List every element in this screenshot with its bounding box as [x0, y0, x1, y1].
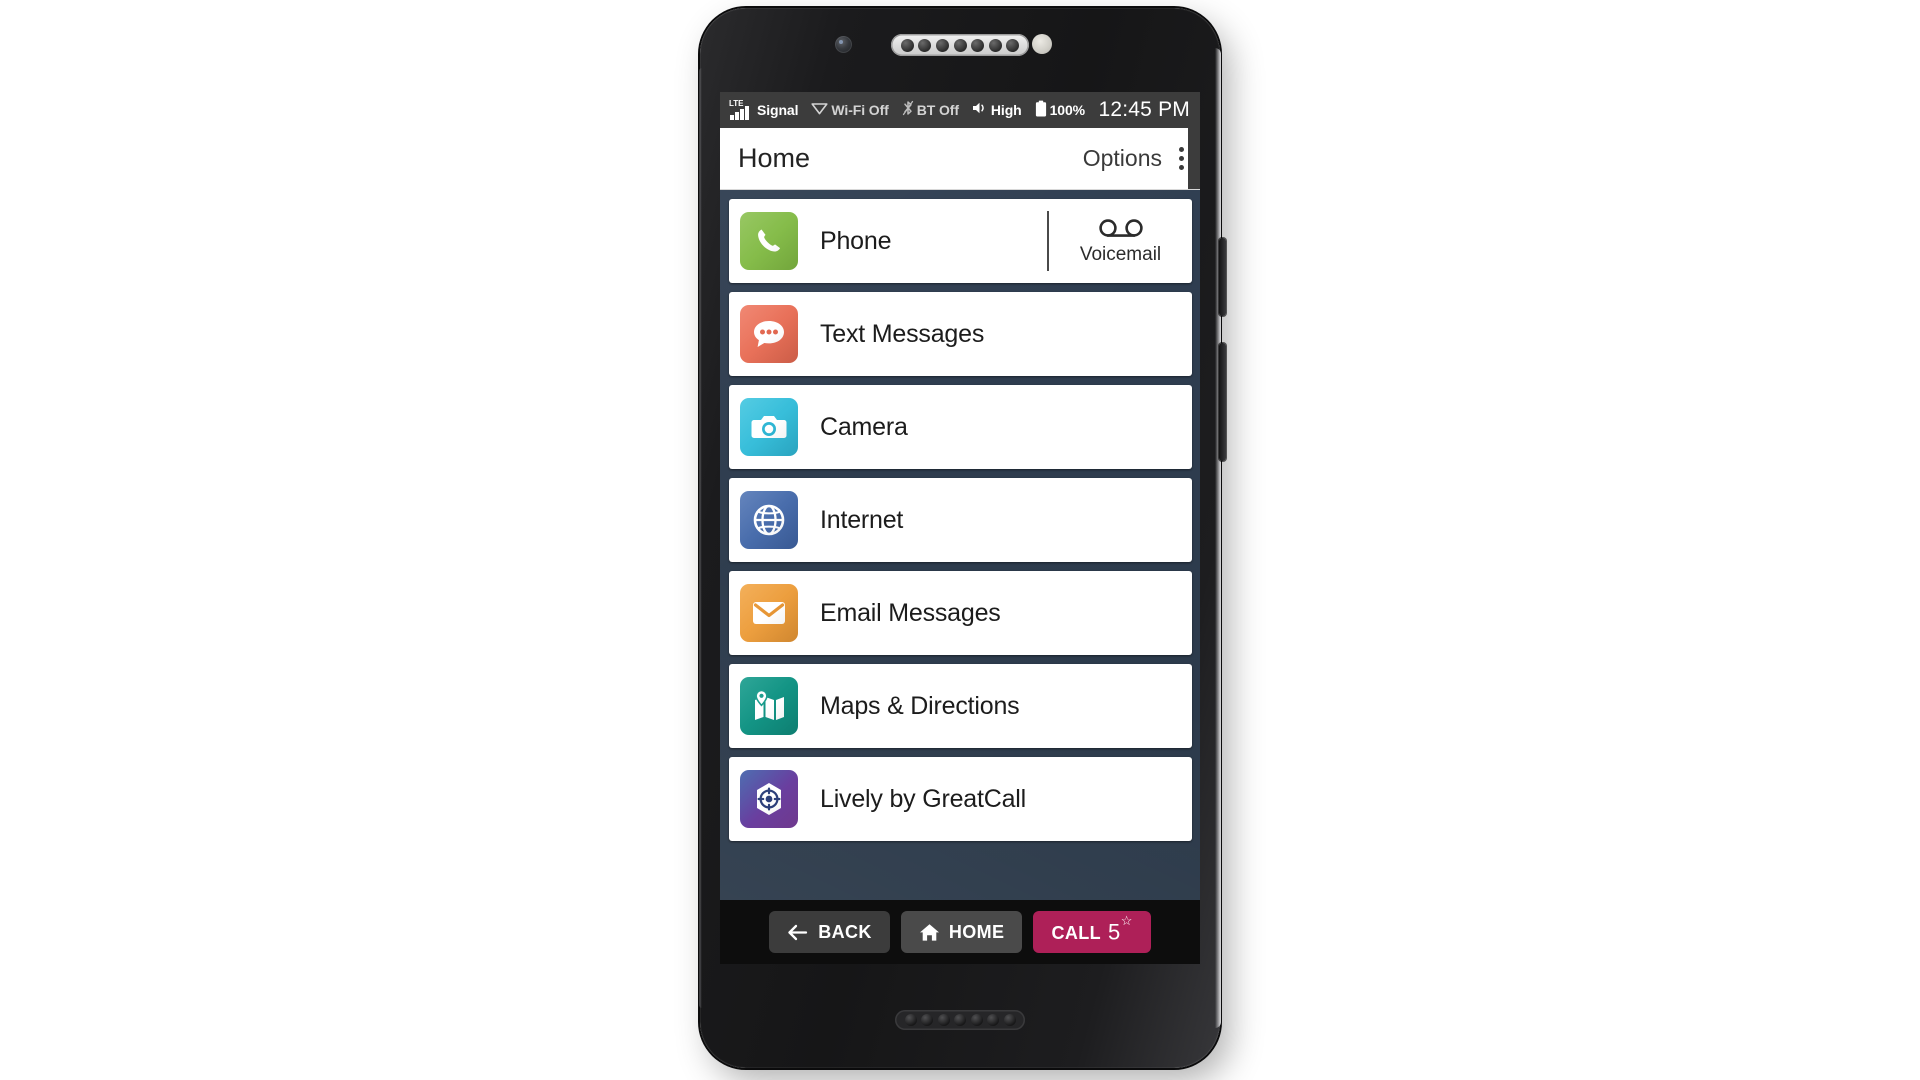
screenshot-canvas: LTE Signal Wi-Fi Off BT Off High 100% 12…: [0, 0, 1920, 1080]
app-row-lively[interactable]: Lively by GreatCall: [729, 757, 1192, 841]
wifi-off-icon: [811, 101, 829, 119]
phone-right-edge-highlight: [1215, 48, 1221, 1028]
lively-target-icon: [740, 770, 798, 828]
app-label-text-messages: Text Messages: [820, 319, 985, 348]
status-bar: LTE Signal Wi-Fi Off BT Off High 100% 12…: [720, 92, 1200, 128]
call-label: CALL: [1051, 923, 1102, 944]
app-title-bar: Home Options: [720, 128, 1200, 190]
speech-bubble-icon: [740, 305, 798, 363]
phone-top-hardware: [700, 8, 1220, 92]
back-label: BACK: [818, 921, 872, 942]
proximity-sensor: [1032, 34, 1052, 54]
app-row-phone[interactable]: Phone Voicemail: [729, 199, 1192, 283]
app-row-camera[interactable]: Camera: [729, 385, 1192, 469]
bottom-speaker-grille: [895, 1010, 1025, 1030]
volume-status: High: [972, 101, 1022, 119]
options-button[interactable]: Options: [1083, 143, 1200, 174]
voicemail-button[interactable]: Voicemail: [1047, 211, 1192, 271]
phone-device-body: LTE Signal Wi-Fi Off BT Off High 100% 12…: [699, 8, 1226, 1068]
voicemail-label: Voicemail: [1079, 243, 1162, 265]
camera-icon: [740, 398, 798, 456]
voicemail-icon: [1097, 218, 1145, 244]
star-icon: ☆: [1120, 912, 1133, 928]
phone-handset-icon: [740, 212, 798, 270]
arrow-left-icon: [787, 924, 809, 941]
bluetooth-label: BT Off: [916, 102, 959, 118]
app-label-email-messages: Email Messages: [820, 598, 1001, 627]
app-row-maps-directions[interactable]: Maps & Directions: [729, 664, 1192, 748]
titlebar-right-edge: [1188, 128, 1200, 189]
bottom-nav-bar: BACK HOME CALL 5☆: [720, 900, 1200, 964]
phone-left-edge-highlight: [699, 68, 702, 1008]
home-button[interactable]: HOME: [900, 911, 1023, 953]
call-5star-button[interactable]: CALL 5☆: [1033, 911, 1151, 953]
volume-label: High: [990, 102, 1022, 118]
globe-icon: [740, 491, 798, 549]
bluetooth-status: BT Off: [902, 100, 959, 120]
app-row-text-messages[interactable]: Text Messages: [729, 292, 1192, 376]
power-button[interactable]: [1219, 238, 1226, 316]
app-row-email-messages[interactable]: Email Messages: [729, 571, 1192, 655]
front-camera-lens: [835, 36, 852, 53]
app-list[interactable]: Phone Voicemail Text Messages Camera Int…: [720, 190, 1200, 900]
speaker-volume-icon: [972, 101, 988, 119]
wifi-status: Wi-Fi Off: [811, 101, 889, 119]
signal-status: LTE Signal: [729, 99, 799, 120]
app-label-internet: Internet: [820, 505, 904, 534]
signal-label: Signal: [757, 102, 799, 118]
battery-label: 100%: [1049, 102, 1086, 118]
volume-button[interactable]: [1219, 343, 1226, 461]
app-label-camera: Camera: [820, 412, 908, 441]
lte-signal-icon: LTE: [729, 99, 754, 120]
clock: 12:45 PM: [1098, 98, 1190, 121]
app-label-maps-directions: Maps & Directions: [820, 691, 1020, 720]
options-label: Options: [1082, 145, 1162, 171]
envelope-icon: [740, 584, 798, 642]
app-row-internet[interactable]: Internet: [729, 478, 1192, 562]
bluetooth-off-icon: [902, 100, 914, 120]
wifi-label: Wi-Fi Off: [831, 102, 889, 118]
phone-screen: LTE Signal Wi-Fi Off BT Off High 100% 12…: [720, 92, 1200, 964]
battery-icon: [1035, 100, 1047, 121]
app-label-lively: Lively by GreatCall: [820, 784, 1027, 813]
app-label-phone: Phone: [820, 226, 892, 255]
house-icon: [919, 923, 940, 942]
folded-map-pin-icon: [740, 677, 798, 735]
call-number: 5☆: [1108, 912, 1133, 945]
home-label: HOME: [948, 921, 1005, 942]
page-title: Home: [738, 143, 811, 173]
back-button[interactable]: BACK: [769, 911, 890, 953]
battery-status: 100%: [1035, 100, 1085, 121]
earpiece-speaker-grille: [891, 34, 1029, 56]
